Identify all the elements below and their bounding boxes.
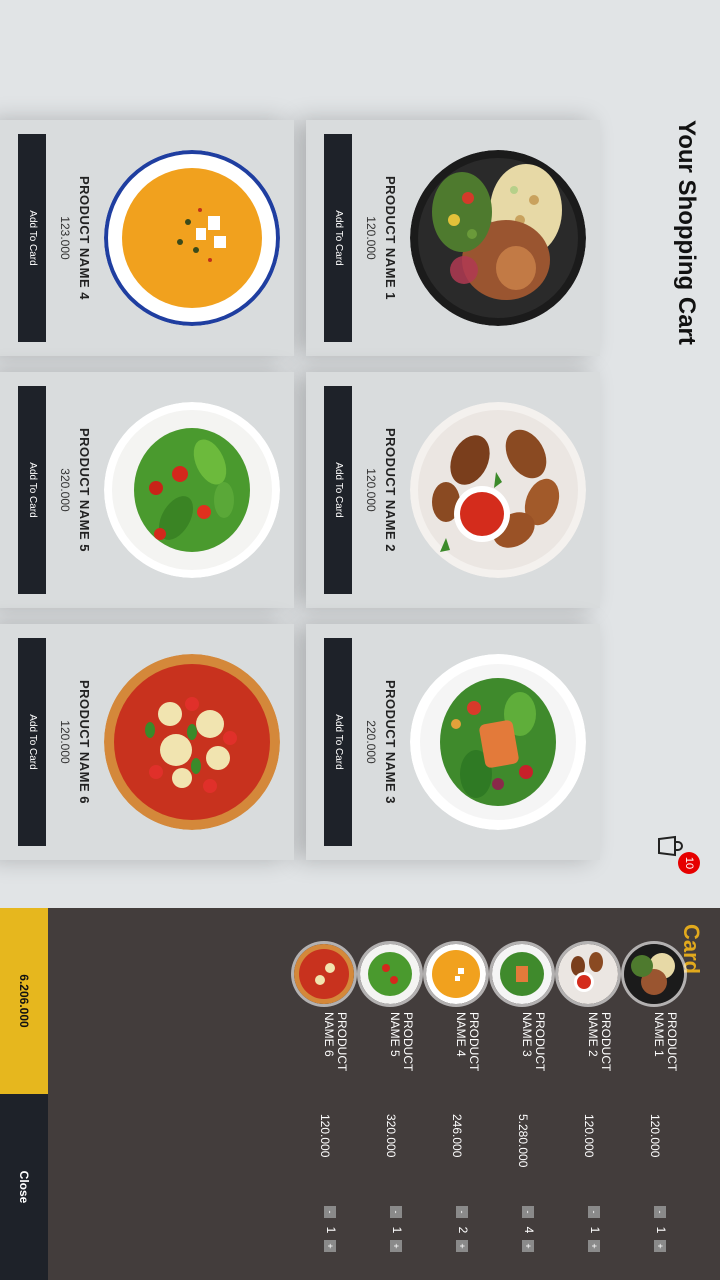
cart-item-name: PRODUCT NAME 5 — [388, 1012, 415, 1072]
product-price: 320.000 — [58, 468, 72, 512]
quantity-value: 4 — [522, 1226, 536, 1234]
product-name: PRODUCT NAME 5 — [77, 427, 92, 552]
product-name: PRODUCT NAME 2 — [383, 427, 398, 552]
quantity-stepper: - 4 + — [512, 1206, 536, 1254]
cart-footer: 6.206.000 Close — [0, 908, 48, 1280]
product-card: PRODUCT NAME 3 220.000 Add To Card — [306, 624, 600, 860]
product-image-green-salad — [104, 402, 280, 578]
cart-item-thumbnail — [360, 944, 420, 1004]
add-to-cart-button[interactable]: Add To Card — [324, 638, 352, 846]
product-card: PRODUCT NAME 4 123.000 Add To Card — [0, 120, 294, 356]
cart-item-name: PRODUCT NAME 6 — [322, 1012, 349, 1072]
add-to-cart-button[interactable]: Add To Card — [18, 638, 46, 846]
increase-quantity-button[interactable]: + — [390, 1240, 402, 1252]
cart-item-thumbnail — [294, 944, 354, 1004]
page-title: Your Shopping Cart — [673, 120, 700, 345]
cart-item: PRODUCT NAME 6 120.000 - 1 + — [292, 908, 356, 1280]
quantity-value: 1 — [390, 1226, 404, 1234]
cart-item-name: PRODUCT NAME 4 — [454, 1012, 481, 1072]
product-price: 120.000 — [364, 468, 378, 512]
cart-item: PRODUCT NAME 2 120.000 - 1 + — [556, 908, 620, 1280]
quantity-stepper: - 1 + — [644, 1206, 668, 1254]
add-to-cart-button[interactable]: Add To Card — [18, 386, 46, 594]
product-card: PRODUCT NAME 1 120.000 Add To Card — [306, 120, 600, 356]
increase-quantity-button[interactable]: + — [456, 1240, 468, 1252]
cart-item-thumbnail — [558, 944, 618, 1004]
cart-item-thumbnail — [426, 944, 486, 1004]
quantity-stepper: - 2 + — [446, 1206, 470, 1254]
cart-item-price: 120.000 — [648, 1114, 662, 1158]
product-price: 123.000 — [58, 216, 72, 260]
cart-item-price: 5.280.000 — [516, 1114, 530, 1168]
product-card: PRODUCT NAME 5 320.000 Add To Card — [0, 372, 294, 608]
cart-item-price: 320.000 — [384, 1114, 398, 1158]
decrease-quantity-button[interactable]: - — [654, 1206, 666, 1218]
cart-count-badge: 10 — [678, 852, 700, 874]
cart-item: PRODUCT NAME 3 5.280.000 - 4 + — [490, 908, 554, 1280]
product-card: PRODUCT NAME 6 120.000 Add To Card — [0, 624, 294, 860]
cart-item-price: 120.000 — [318, 1114, 332, 1158]
product-name: PRODUCT NAME 6 — [77, 679, 92, 804]
increase-quantity-button[interactable]: + — [588, 1240, 600, 1252]
cart-item-price: 120.000 — [582, 1114, 596, 1158]
cart-item-name: PRODUCT NAME 2 — [586, 1012, 613, 1072]
product-image-grain-bowl — [410, 150, 586, 326]
quantity-value: 1 — [654, 1226, 668, 1234]
product-image-pizza — [104, 654, 280, 830]
quantity-stepper: - 1 + — [578, 1206, 602, 1254]
cart-item: PRODUCT NAME 5 320.000 - 1 + — [358, 908, 422, 1280]
quantity-stepper: - 1 + — [380, 1206, 404, 1254]
product-price: 220.000 — [364, 720, 378, 764]
decrease-quantity-button[interactable]: - — [588, 1206, 600, 1218]
add-to-cart-button[interactable]: Add To Card — [324, 134, 352, 342]
cart-item-thumbnail — [492, 944, 552, 1004]
product-card: PRODUCT NAME 2 120.000 Add To Card — [306, 372, 600, 608]
increase-quantity-button[interactable]: + — [324, 1240, 336, 1252]
cart-item: PRODUCT NAME 4 246.000 - 2 + — [424, 908, 488, 1280]
cart-total: 6.206.000 — [0, 908, 48, 1094]
product-name: PRODUCT NAME 4 — [77, 175, 92, 300]
product-price: 120.000 — [364, 216, 378, 260]
decrease-quantity-button[interactable]: - — [456, 1206, 468, 1218]
product-price: 120.000 — [58, 720, 72, 764]
cart-panel: Card PRODUCT NAME 1 120.000 - 1 + PRODUC… — [48, 908, 720, 1280]
product-image-chicken-wings — [410, 402, 586, 578]
product-name: PRODUCT NAME 3 — [383, 679, 398, 804]
cart-item-name: PRODUCT NAME 1 — [652, 1012, 679, 1072]
product-name: PRODUCT NAME 1 — [383, 175, 398, 300]
product-image-pumpkin-soup — [104, 150, 280, 326]
product-image-salmon-salad — [410, 654, 586, 830]
decrease-quantity-button[interactable]: - — [324, 1206, 336, 1218]
close-button[interactable]: Close — [0, 1094, 48, 1280]
quantity-value: 1 — [324, 1226, 338, 1234]
decrease-quantity-button[interactable]: - — [522, 1206, 534, 1218]
cart-item: PRODUCT NAME 1 120.000 - 1 + — [622, 908, 686, 1280]
cart-item-name: PRODUCT NAME 3 — [520, 1012, 547, 1072]
add-to-cart-button[interactable]: Add To Card — [18, 134, 46, 342]
increase-quantity-button[interactable]: + — [654, 1240, 666, 1252]
app-screen: Your Shopping Cart 10 PRODUCT NAME 1 120… — [0, 0, 720, 1280]
add-to-cart-button[interactable]: Add To Card — [324, 386, 352, 594]
quantity-value: 1 — [588, 1226, 602, 1234]
increase-quantity-button[interactable]: + — [522, 1240, 534, 1252]
quantity-stepper: - 1 + — [314, 1206, 338, 1254]
cart-item-price: 246.000 — [450, 1114, 464, 1158]
cart-item-thumbnail — [624, 944, 684, 1004]
decrease-quantity-button[interactable]: - — [390, 1206, 402, 1218]
quantity-value: 2 — [456, 1226, 470, 1234]
